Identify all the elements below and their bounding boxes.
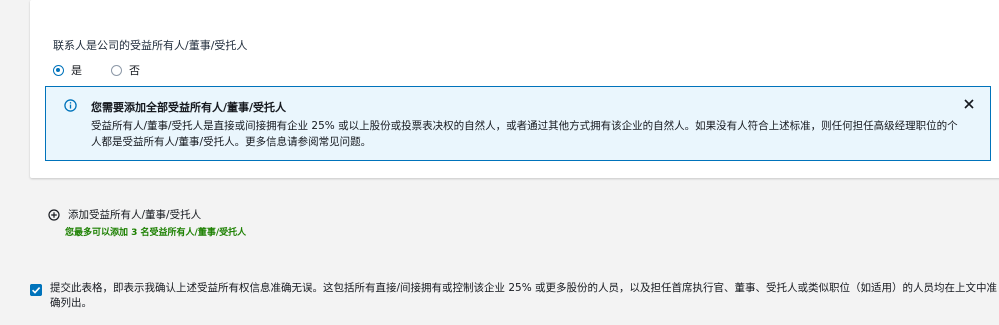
alert-title: 您需要添加全部受益所有人/董事/受托人 [91,101,287,114]
info-alert: 您需要添加全部受益所有人/董事/受托人 受益所有人/董事/受托人是直接或间接拥有… [45,86,991,161]
owner-question-label: 联系人是公司的受益所有人/董事/受托人 [53,39,248,52]
info-icon [64,99,77,112]
plus-circle-icon [48,208,60,221]
add-owner-button[interactable]: 添加受益所有人/董事/受托人 [48,207,201,222]
close-icon[interactable] [962,97,976,111]
radio-no-label: 否 [129,64,140,77]
radio-unselected-icon[interactable] [111,64,122,76]
beneficial-owner-card: 联系人是公司的受益所有人/董事/受托人 是 否 您需要添加全部受益所有人/董事/… [30,0,999,178]
radio-option-no[interactable]: 否 [111,62,140,78]
owner-limit-note: 您最多可以添加 3 名受益所有人/董事/受托人 [65,228,247,238]
radio-selected-icon[interactable] [53,64,64,76]
acknowledgement-checkbox[interactable] [30,284,42,296]
radio-yes-label: 是 [71,64,82,77]
radio-option-yes[interactable]: 是 [53,62,82,78]
add-owner-label: 添加受益所有人/董事/受托人 [68,209,202,221]
acknowledgement-text: 提交此表格，即表示我确认上述受益所有权信息准确无误。这包括所有直接/间接拥有或控… [50,282,998,309]
alert-body: 受益所有人/董事/受托人是直接或间接拥有企业 25% 或以上股份或投票表决权的自… [91,120,958,148]
